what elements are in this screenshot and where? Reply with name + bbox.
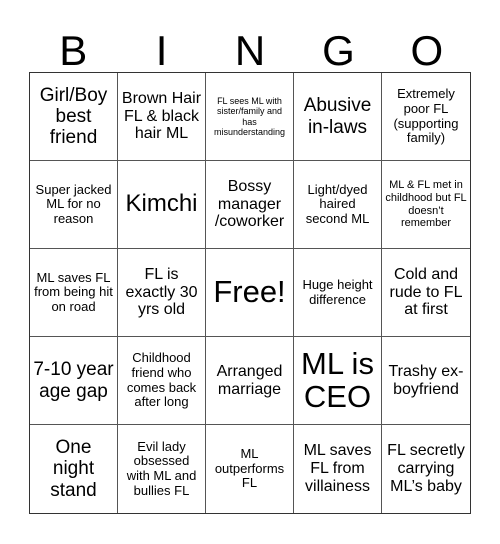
bingo-cell[interactable]: ML saves FL from being hit on road (30, 249, 118, 337)
bingo-cell[interactable]: Cold and rude to FL at first (382, 249, 470, 337)
bingo-cell[interactable]: ML outperforms FL (206, 425, 294, 513)
bingo-cell[interactable]: Brown Hair FL & black hair ML (118, 73, 206, 161)
bingo-cell[interactable]: One night stand (30, 425, 118, 513)
bingo-cell[interactable]: Super jacked ML for no reason (30, 161, 118, 249)
bingo-cell[interactable]: Trashy ex-boyfriend (382, 337, 470, 425)
bingo-cell[interactable]: Abusive in-laws (294, 73, 382, 161)
bingo-cell[interactable]: FL secretly carrying ML’s baby (382, 425, 470, 513)
header-letter-g: G (322, 27, 355, 74)
bingo-cell[interactable]: FL sees ML with sister/family and has mi… (206, 73, 294, 161)
bingo-cell[interactable]: Childhood friend who comes back after lo… (118, 337, 206, 425)
bingo-board: Girl/Boy best friend Brown Hair FL & bla… (29, 72, 471, 514)
bingo-cell[interactable]: ML is CEO (294, 337, 382, 425)
bingo-cell[interactable]: Arranged marriage (206, 337, 294, 425)
header-letter-n: N (234, 27, 266, 74)
bingo-cell[interactable]: Girl/Boy best friend (30, 73, 118, 161)
bingo-cell[interactable]: Bossy manager /coworker (206, 161, 294, 249)
bingo-cell[interactable]: Evil lady obsessed with ML and bullies F… (118, 425, 206, 513)
header-letter-b: B (59, 27, 88, 74)
bingo-cell[interactable]: Extremely poor FL (supporting family) (382, 73, 470, 161)
bingo-cell[interactable]: ML saves FL from villainess (294, 425, 382, 513)
bingo-cell[interactable]: Huge height difference (294, 249, 382, 337)
bingo-cell[interactable]: Light/dyed haired second ML (294, 161, 382, 249)
bingo-cell[interactable]: Kimchi (118, 161, 206, 249)
bingo-header: B I N G O (29, 30, 471, 72)
bingo-cell[interactable]: 7-10 year age gap (30, 337, 118, 425)
free-space-cell[interactable]: Free! (206, 249, 294, 337)
header-letter-o: O (410, 27, 444, 74)
bingo-cell[interactable]: FL is exactly 30 yrs old (118, 249, 206, 337)
bingo-cell[interactable]: ML & FL met in childhood but FL doesn’t … (382, 161, 470, 249)
header-letter-i: I (155, 27, 168, 74)
